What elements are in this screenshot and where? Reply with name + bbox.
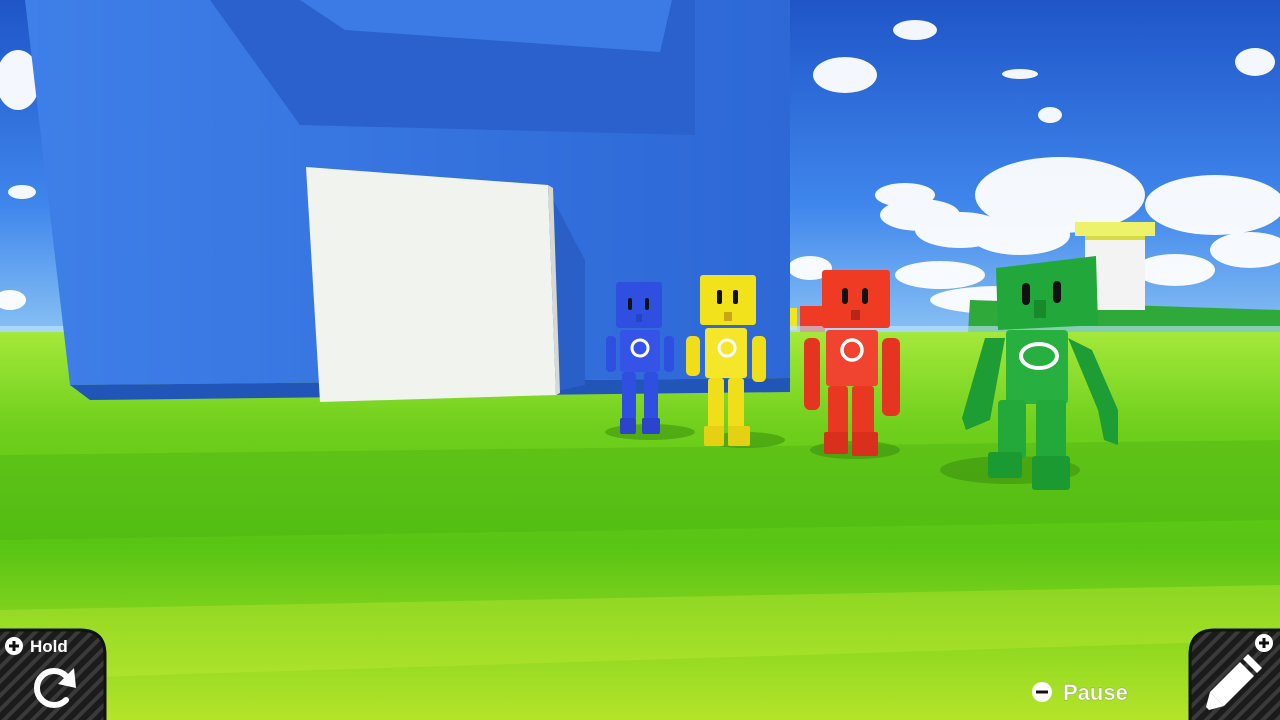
minus-button-icon bbox=[1032, 682, 1052, 702]
pause-button[interactable]: Pause bbox=[1063, 680, 1129, 706]
plus-button-icon bbox=[5, 637, 23, 655]
plus-button-icon bbox=[1255, 634, 1273, 652]
game-scene: Hold Pause bbox=[0, 0, 1280, 720]
white-panel bbox=[306, 167, 560, 402]
hold-label: Hold bbox=[30, 637, 68, 656]
